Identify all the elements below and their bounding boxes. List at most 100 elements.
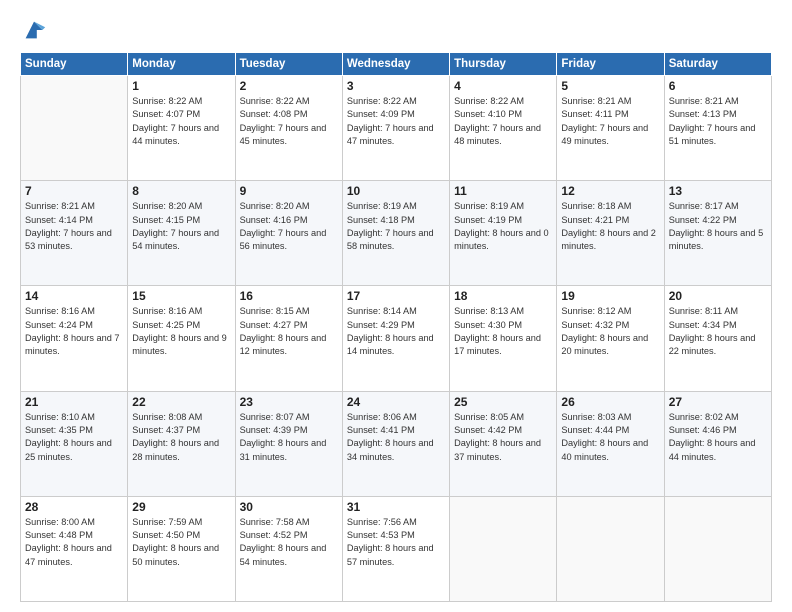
calendar-page: SundayMondayTuesdayWednesdayThursdayFrid… — [0, 0, 792, 612]
day-number: 14 — [25, 289, 123, 303]
day-detail: Sunrise: 8:02 AMSunset: 4:46 PMDaylight:… — [669, 411, 767, 464]
weekday-header-tuesday: Tuesday — [235, 53, 342, 76]
day-cell: 1 Sunrise: 8:22 AMSunset: 4:07 PMDaylight… — [128, 76, 235, 181]
day-number: 6 — [669, 79, 767, 93]
day-detail: Sunrise: 8:16 AMSunset: 4:24 PMDaylight:… — [25, 305, 123, 358]
day-number: 28 — [25, 500, 123, 514]
day-detail: Sunrise: 8:03 AMSunset: 4:44 PMDaylight:… — [561, 411, 659, 464]
day-cell: 8 Sunrise: 8:20 AMSunset: 4:15 PMDaylight… — [128, 181, 235, 286]
day-detail: Sunrise: 8:22 AMSunset: 4:07 PMDaylight:… — [132, 95, 230, 148]
day-number: 9 — [240, 184, 338, 198]
day-number: 1 — [132, 79, 230, 93]
day-cell: 5 Sunrise: 8:21 AMSunset: 4:11 PMDaylight… — [557, 76, 664, 181]
day-cell: 27 Sunrise: 8:02 AMSunset: 4:46 PMDayligh… — [664, 391, 771, 496]
day-number: 13 — [669, 184, 767, 198]
day-cell: 14 Sunrise: 8:16 AMSunset: 4:24 PMDayligh… — [21, 286, 128, 391]
day-number: 27 — [669, 395, 767, 409]
day-cell: 28 Sunrise: 8:00 AMSunset: 4:48 PMDayligh… — [21, 496, 128, 601]
day-number: 5 — [561, 79, 659, 93]
day-number: 3 — [347, 79, 445, 93]
day-detail: Sunrise: 8:22 AMSunset: 4:08 PMDaylight:… — [240, 95, 338, 148]
day-cell: 19 Sunrise: 8:12 AMSunset: 4:32 PMDayligh… — [557, 286, 664, 391]
day-cell: 12 Sunrise: 8:18 AMSunset: 4:21 PMDayligh… — [557, 181, 664, 286]
day-cell: 25 Sunrise: 8:05 AMSunset: 4:42 PMDayligh… — [450, 391, 557, 496]
day-number: 29 — [132, 500, 230, 514]
day-number: 30 — [240, 500, 338, 514]
day-number: 23 — [240, 395, 338, 409]
day-number: 15 — [132, 289, 230, 303]
day-cell: 17 Sunrise: 8:14 AMSunset: 4:29 PMDayligh… — [342, 286, 449, 391]
day-cell: 26Sunrise: 8:03 AMSunset: 4:44 PMDayligh… — [557, 391, 664, 496]
calendar-table: SundayMondayTuesdayWednesdayThursdayFrid… — [20, 52, 772, 602]
day-cell: 24Sunrise: 8:06 AMSunset: 4:41 PMDayligh… — [342, 391, 449, 496]
weekday-header-thursday: Thursday — [450, 53, 557, 76]
day-cell: 10 Sunrise: 8:19 AMSunset: 4:18 PMDayligh… — [342, 181, 449, 286]
header — [20, 16, 772, 44]
day-detail: Sunrise: 8:19 AMSunset: 4:19 PMDaylight:… — [454, 200, 552, 253]
logo-icon — [20, 16, 48, 44]
day-detail: Sunrise: 8:15 AMSunset: 4:27 PMDaylight:… — [240, 305, 338, 358]
day-number: 10 — [347, 184, 445, 198]
day-cell: 15 Sunrise: 8:16 AMSunset: 4:25 PMDayligh… — [128, 286, 235, 391]
day-detail: Sunrise: 8:16 AMSunset: 4:25 PMDaylight:… — [132, 305, 230, 358]
day-number: 12 — [561, 184, 659, 198]
weekday-header-monday: Monday — [128, 53, 235, 76]
day-number: 7 — [25, 184, 123, 198]
day-detail: Sunrise: 8:21 AMSunset: 4:14 PMDaylight:… — [25, 200, 123, 253]
day-cell — [557, 496, 664, 601]
week-row-2: 7 Sunrise: 8:21 AMSunset: 4:14 PMDaylight… — [21, 181, 772, 286]
day-number: 4 — [454, 79, 552, 93]
weekday-header-wednesday: Wednesday — [342, 53, 449, 76]
day-detail: Sunrise: 8:18 AMSunset: 4:21 PMDaylight:… — [561, 200, 659, 253]
day-cell: 20 Sunrise: 8:11 AMSunset: 4:34 PMDayligh… — [664, 286, 771, 391]
day-cell: 9 Sunrise: 8:20 AMSunset: 4:16 PMDaylight… — [235, 181, 342, 286]
day-cell: 30Sunrise: 7:58 AMSunset: 4:52 PMDayligh… — [235, 496, 342, 601]
day-detail: Sunrise: 8:00 AMSunset: 4:48 PMDaylight:… — [25, 516, 123, 569]
day-cell — [664, 496, 771, 601]
day-number: 17 — [347, 289, 445, 303]
day-number: 21 — [25, 395, 123, 409]
day-cell: 18 Sunrise: 8:13 AMSunset: 4:30 PMDayligh… — [450, 286, 557, 391]
day-number: 18 — [454, 289, 552, 303]
day-detail: Sunrise: 8:17 AMSunset: 4:22 PMDaylight:… — [669, 200, 767, 253]
day-detail: Sunrise: 8:14 AMSunset: 4:29 PMDaylight:… — [347, 305, 445, 358]
day-detail: Sunrise: 8:05 AMSunset: 4:42 PMDaylight:… — [454, 411, 552, 464]
weekday-header-sunday: Sunday — [21, 53, 128, 76]
day-cell: 2Sunrise: 8:22 AMSunset: 4:08 PMDaylight… — [235, 76, 342, 181]
week-row-4: 21 Sunrise: 8:10 AMSunset: 4:35 PMDayligh… — [21, 391, 772, 496]
day-cell: 21 Sunrise: 8:10 AMSunset: 4:35 PMDayligh… — [21, 391, 128, 496]
day-detail: Sunrise: 7:56 AMSunset: 4:53 PMDaylight:… — [347, 516, 445, 569]
day-cell: 13 Sunrise: 8:17 AMSunset: 4:22 PMDayligh… — [664, 181, 771, 286]
day-cell — [21, 76, 128, 181]
day-number: 16 — [240, 289, 338, 303]
day-cell: 29 Sunrise: 7:59 AMSunset: 4:50 PMDayligh… — [128, 496, 235, 601]
day-number: 19 — [561, 289, 659, 303]
day-cell: 11Sunrise: 8:19 AMSunset: 4:19 PMDayligh… — [450, 181, 557, 286]
day-number: 20 — [669, 289, 767, 303]
day-detail: Sunrise: 8:21 AMSunset: 4:13 PMDaylight:… — [669, 95, 767, 148]
week-row-3: 14 Sunrise: 8:16 AMSunset: 4:24 PMDayligh… — [21, 286, 772, 391]
week-row-5: 28 Sunrise: 8:00 AMSunset: 4:48 PMDayligh… — [21, 496, 772, 601]
day-detail: Sunrise: 8:11 AMSunset: 4:34 PMDaylight:… — [669, 305, 767, 358]
day-detail: Sunrise: 8:10 AMSunset: 4:35 PMDaylight:… — [25, 411, 123, 464]
day-detail: Sunrise: 7:59 AMSunset: 4:50 PMDaylight:… — [132, 516, 230, 569]
day-detail: Sunrise: 8:19 AMSunset: 4:18 PMDaylight:… — [347, 200, 445, 253]
day-cell: 31Sunrise: 7:56 AMSunset: 4:53 PMDayligh… — [342, 496, 449, 601]
day-detail: Sunrise: 8:22 AMSunset: 4:10 PMDaylight:… — [454, 95, 552, 148]
day-cell: 23Sunrise: 8:07 AMSunset: 4:39 PMDayligh… — [235, 391, 342, 496]
week-row-1: 1 Sunrise: 8:22 AMSunset: 4:07 PMDaylight… — [21, 76, 772, 181]
day-number: 25 — [454, 395, 552, 409]
day-cell: 4 Sunrise: 8:22 AMSunset: 4:10 PMDaylight… — [450, 76, 557, 181]
day-cell — [450, 496, 557, 601]
day-detail: Sunrise: 8:08 AMSunset: 4:37 PMDaylight:… — [132, 411, 230, 464]
day-detail: Sunrise: 8:20 AMSunset: 4:16 PMDaylight:… — [240, 200, 338, 253]
day-number: 8 — [132, 184, 230, 198]
day-detail: Sunrise: 8:21 AMSunset: 4:11 PMDaylight:… — [561, 95, 659, 148]
day-detail: Sunrise: 8:12 AMSunset: 4:32 PMDaylight:… — [561, 305, 659, 358]
weekday-header-row: SundayMondayTuesdayWednesdayThursdayFrid… — [21, 53, 772, 76]
day-detail: Sunrise: 8:22 AMSunset: 4:09 PMDaylight:… — [347, 95, 445, 148]
day-cell: 6 Sunrise: 8:21 AMSunset: 4:13 PMDaylight… — [664, 76, 771, 181]
day-detail: Sunrise: 8:13 AMSunset: 4:30 PMDaylight:… — [454, 305, 552, 358]
day-detail: Sunrise: 8:20 AMSunset: 4:15 PMDaylight:… — [132, 200, 230, 253]
day-cell: 7 Sunrise: 8:21 AMSunset: 4:14 PMDaylight… — [21, 181, 128, 286]
